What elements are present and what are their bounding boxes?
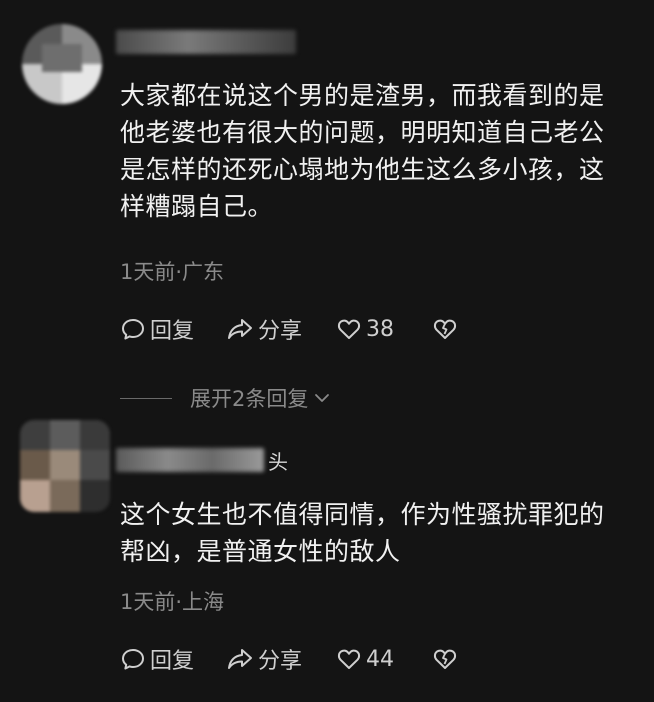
username[interactable] [116, 28, 296, 56]
comment-text: 大家都在说这个男的是渣男，而我看到的是他老婆也有很大的问题，明明知道自己老公是怎… [120, 81, 605, 221]
reply-button[interactable]: 回复 [120, 643, 226, 675]
broken-heart-icon [433, 649, 457, 669]
dislike-button[interactable] [432, 646, 458, 672]
heart-icon [337, 649, 361, 669]
share-button[interactable]: 分享 [226, 643, 336, 675]
share-label: 分享 [258, 319, 303, 344]
share-arrow-icon [228, 319, 252, 339]
divider [120, 397, 172, 399]
speech-bubble-icon [122, 319, 144, 340]
like-count: 38 [366, 316, 394, 342]
like-button[interactable]: 38 [336, 316, 432, 342]
comment-item: 大家都在说这个男的是渣男，而我看到的是他老婆也有很大的问题，明明知道自己老公是怎… [0, 0, 654, 370]
broken-heart-icon [433, 319, 457, 339]
share-arrow-icon [228, 649, 252, 669]
heart-icon [337, 319, 361, 339]
username[interactable]: 头 [116, 446, 288, 474]
like-count: 44 [366, 646, 394, 672]
reply-label: 回复 [150, 319, 195, 344]
comment-meta: 1天前·上海 [120, 590, 225, 614]
reply-label: 回复 [150, 649, 195, 674]
comment-actions: 回复 分享 44 [120, 644, 458, 674]
comment-actions: 回复 分享 38 [120, 314, 458, 344]
share-label: 分享 [258, 649, 303, 674]
comment-item: 头 这个女生也不值得同情，作为性骚扰罪犯的帮凶，是普通女性的敌人 1天前·上海 … [0, 420, 654, 702]
expand-replies-label: 展开2条回复 [190, 387, 309, 411]
comment-text: 这个女生也不值得同情，作为性骚扰罪犯的帮凶，是普通女性的敌人 [120, 500, 605, 566]
avatar[interactable] [20, 420, 110, 512]
like-button[interactable]: 44 [336, 646, 432, 672]
comment-meta: 1天前·广东 [120, 260, 225, 284]
speech-bubble-icon [122, 649, 144, 670]
reply-button[interactable]: 回复 [120, 313, 226, 345]
share-button[interactable]: 分享 [226, 313, 336, 345]
avatar[interactable] [22, 24, 102, 104]
dislike-button[interactable] [432, 316, 458, 342]
chevron-down-icon [315, 394, 330, 402]
expand-replies-button[interactable]: 展开2条回复 [120, 384, 332, 412]
username-suffix: 头 [268, 449, 288, 474]
